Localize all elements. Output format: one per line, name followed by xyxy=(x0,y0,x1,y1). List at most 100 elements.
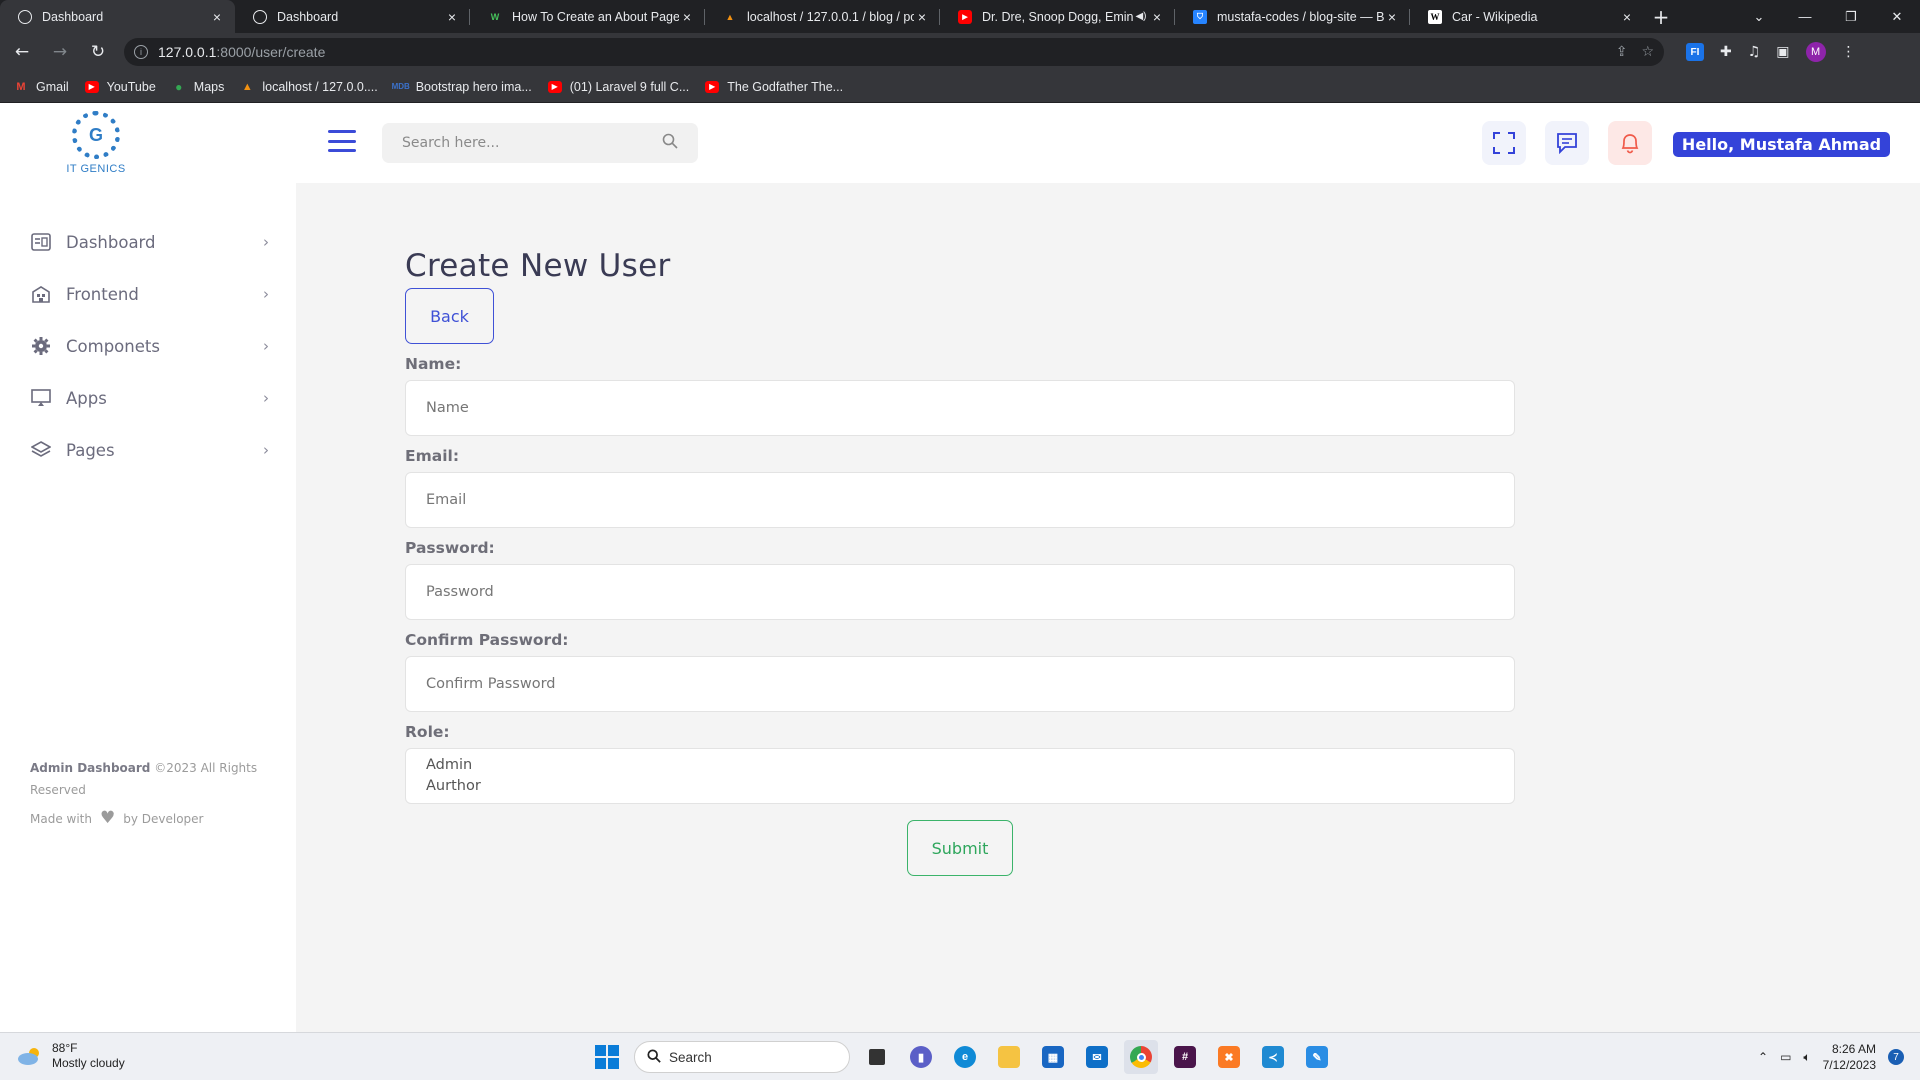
browser-tab[interactable]: W Car - Wikipedia × xyxy=(1410,0,1645,33)
minimize-icon[interactable]: — xyxy=(1782,0,1828,33)
logo[interactable]: G IT GENICS xyxy=(60,111,132,179)
tab-title: mustafa-codes / blog-site — Bit xyxy=(1217,9,1384,24)
tab-title: How To Create an About Page xyxy=(512,9,679,24)
edge-icon[interactable]: e xyxy=(948,1040,982,1074)
app-icon[interactable]: ✎ xyxy=(1300,1040,1334,1074)
bookmark-item[interactable]: ● Maps xyxy=(172,80,224,94)
new-tab-button[interactable]: + xyxy=(1645,0,1677,33)
password-input[interactable] xyxy=(426,584,1494,600)
back-button[interactable]: Back xyxy=(405,288,494,344)
sidebar-item-apps[interactable]: Apps › xyxy=(30,372,274,424)
restore-icon[interactable]: ❐ xyxy=(1828,0,1874,33)
phpmyadmin-icon: ▲ xyxy=(241,80,253,93)
close-tab-icon[interactable]: × xyxy=(1619,9,1635,25)
browser-tab[interactable]: Dashboard × xyxy=(235,0,470,33)
puzzle-icon[interactable]: ✚ xyxy=(1720,44,1732,60)
bookmark-star-icon[interactable]: ☆ xyxy=(1641,44,1654,60)
password-field-wrapper xyxy=(405,564,1515,620)
chevron-up-icon[interactable]: ⌃ xyxy=(1758,1050,1768,1064)
notification-badge[interactable]: 7 xyxy=(1888,1049,1904,1065)
close-tab-icon[interactable]: × xyxy=(444,9,460,25)
vscode-icon[interactable]: ≺ xyxy=(1256,1040,1290,1074)
role-select[interactable]: Admin Aurthor xyxy=(405,748,1515,804)
close-tab-icon[interactable]: × xyxy=(209,9,225,25)
close-tab-icon[interactable]: × xyxy=(1384,9,1400,25)
gear-icon xyxy=(30,335,52,357)
close-tab-icon[interactable]: × xyxy=(1149,9,1165,25)
confirm-password-input[interactable] xyxy=(426,676,1494,692)
windows-start-icon[interactable] xyxy=(590,1040,624,1074)
notifications-button[interactable] xyxy=(1608,121,1652,165)
chevron-right-icon: › xyxy=(263,233,269,251)
chrome-icon[interactable] xyxy=(1124,1040,1158,1074)
search-icon xyxy=(647,1048,661,1066)
sidebar-item-label: Pages xyxy=(66,440,115,460)
user-greeting-button[interactable]: Hello, Mustafa Ahmad xyxy=(1673,132,1890,157)
extensions-area: FI ✚ ♫ ▣ M ⋮ xyxy=(1686,42,1856,62)
role-option-author[interactable]: Aurthor xyxy=(426,776,1494,797)
close-tab-icon[interactable]: × xyxy=(679,9,695,25)
role-option-admin[interactable]: Admin xyxy=(426,755,1494,776)
windows-taskbar: 88°F Mostly cloudy Search ▮ e ▦ ✉ # ✖ ≺ … xyxy=(0,1032,1920,1080)
close-tab-icon[interactable]: × xyxy=(914,9,930,25)
bookmark-item[interactable]: MDB Bootstrap hero ima... xyxy=(392,80,532,94)
clock[interactable]: 8:26 AM 7/12/2023 xyxy=(1823,1041,1876,1073)
volume-icon[interactable]: 🔈︎ xyxy=(1803,1050,1810,1065)
dashboard-icon xyxy=(30,231,52,253)
back-arrow-icon[interactable]: ← xyxy=(6,36,38,68)
window-controls: ⌄ — ❐ ✕ xyxy=(1736,0,1920,33)
taskbar-search[interactable]: Search xyxy=(634,1041,850,1073)
bookmark-item[interactable]: ▶ (01) Laravel 9 full C... xyxy=(547,80,689,94)
url-text[interactable]: 127.0.0.1:8000/user/create xyxy=(158,44,1616,60)
hamburger-menu-icon[interactable] xyxy=(328,130,356,152)
microsoft-store-icon[interactable]: ▦ xyxy=(1036,1040,1070,1074)
sidebar-item-componets[interactable]: Componets › xyxy=(30,320,274,372)
search-input[interactable] xyxy=(402,135,662,151)
confirm-password-field-wrapper xyxy=(405,656,1515,712)
close-window-icon[interactable]: ✕ xyxy=(1874,0,1920,33)
sidebar-item-label: Apps xyxy=(66,388,107,408)
slack-icon[interactable]: # xyxy=(1168,1040,1202,1074)
weather-widget[interactable]: 88°F Mostly cloudy xyxy=(16,1041,125,1071)
bookmark-item[interactable]: ▲ localhost / 127.0.0.... xyxy=(240,80,378,94)
browser-tab[interactable]: ▶ Dr. Dre, Snoop Dogg, Emin ◀) × xyxy=(940,0,1175,33)
sidebar-item-dashboard[interactable]: Dashboard › xyxy=(30,216,274,268)
network-icon[interactable]: ▭ xyxy=(1780,1050,1791,1064)
address-bar[interactable]: i 127.0.0.1:8000/user/create ⇪ ☆ xyxy=(124,38,1664,66)
bookmark-item[interactable]: ▶ YouTube xyxy=(84,80,156,94)
search-icon[interactable] xyxy=(662,133,678,153)
forward-arrow-icon[interactable]: → xyxy=(44,36,76,68)
media-icon[interactable]: ♫ xyxy=(1748,44,1761,60)
youtube-icon: ▶ xyxy=(958,9,972,24)
browser-tab[interactable]: ▲ localhost / 127.0.0.1 / blog / po × xyxy=(705,0,940,33)
menu-dots-icon[interactable]: ⋮ xyxy=(1842,44,1856,60)
cloudy-weather-icon xyxy=(18,1048,39,1065)
browser-tab[interactable]: W How To Create an About Page × xyxy=(470,0,705,33)
name-input[interactable] xyxy=(426,400,1494,416)
tab-title: Dr. Dre, Snoop Dogg, Emin xyxy=(982,9,1133,24)
mail-icon[interactable]: ✉ xyxy=(1080,1040,1114,1074)
xampp-icon[interactable]: ✖ xyxy=(1212,1040,1246,1074)
bookmark-item[interactable]: M Gmail xyxy=(14,80,68,94)
bookmark-item[interactable]: ▶ The Godfather The... xyxy=(705,80,843,94)
reload-icon[interactable]: ↻ xyxy=(82,36,114,68)
email-input[interactable] xyxy=(426,492,1494,508)
fullscreen-button[interactable] xyxy=(1482,121,1526,165)
teams-chat-icon[interactable]: ▮ xyxy=(904,1040,938,1074)
browser-tab[interactable]: ⛉ mustafa-codes / blog-site — Bit × xyxy=(1175,0,1410,33)
logo-text: IT GENICS xyxy=(66,163,126,175)
sidebar-item-frontend[interactable]: Frontend › xyxy=(30,268,274,320)
side-panel-icon[interactable]: ▣ xyxy=(1776,44,1789,60)
info-icon[interactable]: i xyxy=(134,45,148,59)
file-explorer-icon[interactable] xyxy=(992,1040,1026,1074)
sidebar-item-pages[interactable]: Pages › xyxy=(30,424,274,476)
submit-button[interactable]: Submit xyxy=(907,820,1013,876)
fi-extension-icon[interactable]: FI xyxy=(1686,43,1704,61)
audio-icon[interactable]: ◀) xyxy=(1133,11,1149,22)
profile-avatar[interactable]: M xyxy=(1805,42,1826,62)
messages-button[interactable] xyxy=(1545,121,1589,165)
browser-tab[interactable]: Dashboard × xyxy=(0,0,235,33)
tab-search-icon[interactable]: ⌄ xyxy=(1736,0,1782,33)
task-view-icon[interactable] xyxy=(860,1040,894,1074)
share-icon[interactable]: ⇪ xyxy=(1616,44,1628,60)
